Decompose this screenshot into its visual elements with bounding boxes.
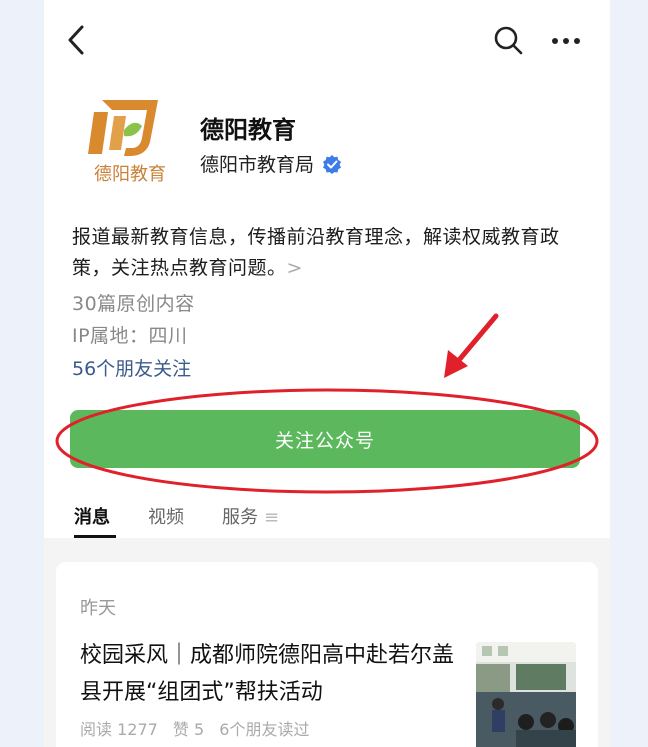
ip-location: IP属地：四川 — [72, 325, 188, 347]
back-button[interactable] — [62, 22, 92, 58]
search-icon — [494, 26, 523, 55]
back-chevron-icon — [68, 25, 84, 55]
description-more-chevron-icon: > — [286, 257, 303, 279]
tab-services-label: 服务 — [222, 507, 258, 528]
top-bar — [44, 0, 610, 80]
article-card[interactable]: 昨天 校园采风｜成都师院德阳高中赴若尔盖县开展“组团式”帮扶活动 阅读 1277… — [56, 562, 598, 747]
more-options-button[interactable] — [548, 24, 584, 58]
follow-account-button[interactable]: 关注公众号 — [70, 410, 580, 468]
account-description[interactable]: 报道最新教育信息，传播前沿教育理念，解读权威教育政策，关注热点教育问题。> — [72, 222, 582, 284]
menu-icon: ≡ — [264, 507, 280, 528]
article-friends-read: 6个朋友读过 — [219, 720, 310, 739]
content-tabs: 消息 视频 服务 ≡ — [74, 503, 317, 543]
classroom-photo — [476, 642, 576, 747]
original-content-count: 30篇原创内容 — [72, 293, 195, 315]
account-owner: 德阳市教育局 — [200, 154, 315, 176]
account-name: 德阳教育 — [200, 116, 296, 144]
verified-badge-icon — [323, 154, 342, 174]
account-owner-row: 德阳市教育局 — [200, 150, 342, 177]
annotation-arrow — [444, 313, 499, 378]
article-stats: 阅读 1277 赞 5 6个朋友读过 — [80, 716, 319, 740]
article-thumbnail[interactable] — [476, 642, 576, 747]
tab-videos[interactable]: 视频 — [148, 503, 184, 543]
article-title[interactable]: 校园采风｜成都师院德阳高中赴若尔盖县开展“组团式”帮扶活动 — [80, 637, 460, 711]
logo-mark: 德阳教育 — [88, 100, 166, 185]
feed-date: 昨天 — [80, 598, 116, 619]
friends-following-link[interactable]: 56个朋友关注 — [72, 354, 191, 381]
tab-messages[interactable]: 消息 — [74, 503, 116, 543]
account-profile-page: 德阳教育 德阳教育 德阳市教育局 报道最新教育信息，传播前沿教育理念，解读权威教… — [44, 0, 610, 747]
more-dots-icon — [552, 38, 580, 44]
article-reads: 阅读 1277 — [80, 720, 158, 739]
description-text: 报道最新教育信息，传播前沿教育理念，解读权威教育政策，关注热点教育问题。 — [72, 226, 560, 279]
tab-services[interactable]: 服务 ≡ — [222, 503, 279, 543]
article-likes: 赞 5 — [172, 720, 205, 739]
search-button[interactable] — [492, 24, 526, 58]
logo-text: 德阳教育 — [94, 164, 166, 185]
account-logo[interactable]: 德阳教育 — [80, 90, 180, 190]
